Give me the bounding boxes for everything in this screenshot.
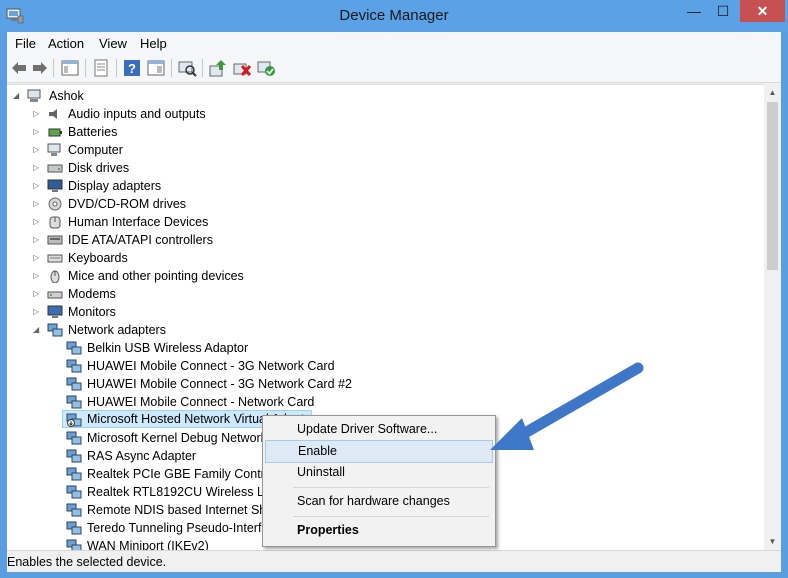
annotation-arrow-icon [490,362,644,450]
device-manager-window: Device Manager — ☐ ✕ File Action View He… [0,0,788,578]
